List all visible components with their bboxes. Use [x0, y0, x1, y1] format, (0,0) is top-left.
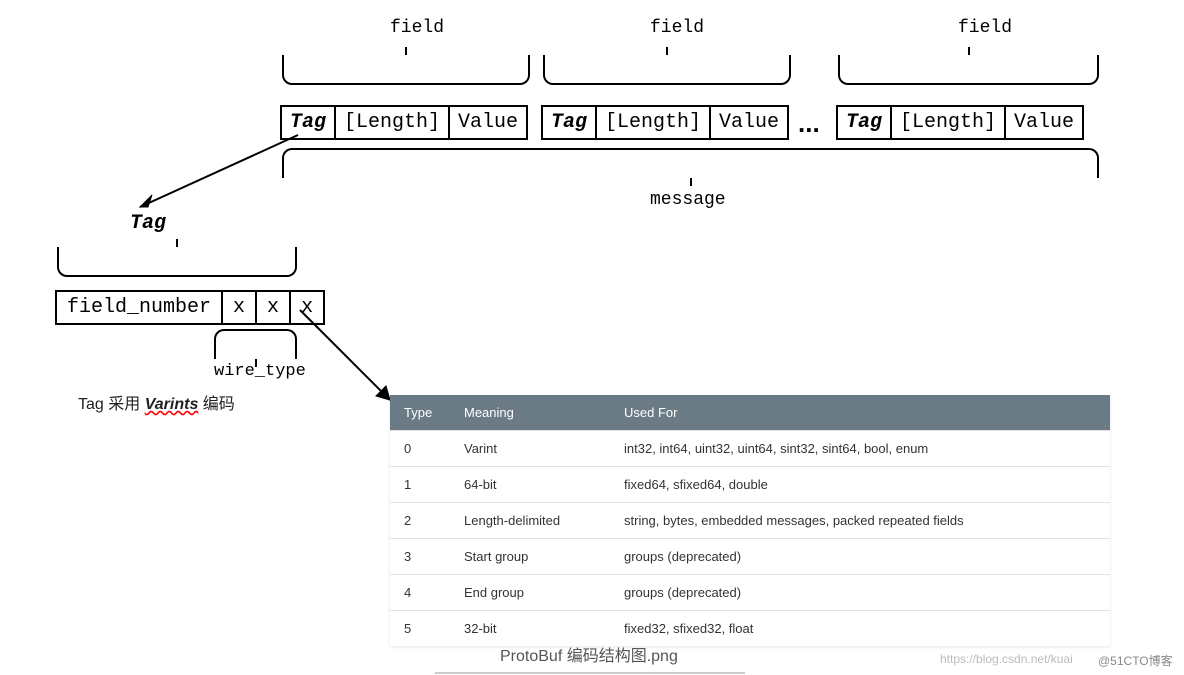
tlv-group-3: Tag [Length] Value	[836, 105, 1084, 140]
tlv-tag: Tag	[838, 107, 892, 138]
table-row: 3 Start group groups (deprecated)	[390, 539, 1110, 575]
tlv-tag: Tag	[543, 107, 597, 138]
bit-x-1: x	[223, 292, 257, 323]
tag-decomposition: field_number x x x	[55, 290, 325, 325]
tlv-length: [Length]	[336, 107, 450, 138]
image-caption: ProtoBuf 编码结构图.png	[500, 642, 678, 666]
td-type: 4	[390, 575, 450, 611]
td-used: fixed32, sfixed32, float	[610, 611, 1110, 647]
td-type: 2	[390, 503, 450, 539]
tlv-group-2: Tag [Length] Value	[541, 105, 789, 140]
table-row: 1 64-bit fixed64, sfixed64, double	[390, 467, 1110, 503]
td-used: string, bytes, embedded messages, packed…	[610, 503, 1110, 539]
note-suffix: 编码	[198, 396, 234, 413]
td-used: int32, int64, uint32, uint64, sint32, si…	[610, 431, 1110, 467]
table-row: 2 Length-delimited string, bytes, embedd…	[390, 503, 1110, 539]
th-used-for: Used For	[610, 395, 1110, 431]
td-type: 1	[390, 467, 450, 503]
table-row: 5 32-bit fixed32, sfixed32, float	[390, 611, 1110, 647]
caption-separator	[435, 672, 745, 674]
message-label: message	[650, 190, 726, 210]
th-meaning: Meaning	[450, 395, 610, 431]
bit-x-2: x	[257, 292, 291, 323]
tlv-value: Value	[450, 107, 526, 138]
td-type: 3	[390, 539, 450, 575]
table-header-row: Type Meaning Used For	[390, 395, 1110, 431]
field-label-1: field	[390, 18, 444, 38]
td-used: groups (deprecated)	[610, 575, 1110, 611]
encoding-note: Tag 采用 Varints 编码	[78, 390, 235, 414]
field-label-3: field	[958, 18, 1012, 38]
tlv-group-1: Tag [Length] Value	[280, 105, 528, 140]
brace-field-2	[543, 55, 791, 85]
brace-wiretype	[214, 329, 297, 359]
brace-field-1	[282, 55, 530, 85]
tag-heading: Tag	[130, 212, 166, 235]
td-meaning: 64-bit	[450, 467, 610, 503]
field-number-cell: field_number	[57, 292, 223, 323]
td-used: fixed64, sfixed64, double	[610, 467, 1110, 503]
brace-message	[282, 148, 1099, 178]
arrow-tag-to-tagbox	[120, 125, 300, 215]
tlv-value: Value	[1006, 107, 1082, 138]
tlv-length: [Length]	[892, 107, 1006, 138]
th-type: Type	[390, 395, 450, 431]
wire-type-table: Type Meaning Used For 0 Varint int32, in…	[390, 395, 1110, 646]
watermark-51cto: @51CTO博客	[1098, 652, 1173, 669]
field-label-2: field	[650, 18, 704, 38]
td-used: groups (deprecated)	[610, 539, 1110, 575]
note-prefix: Tag 采用	[78, 396, 145, 413]
ellipsis: ...	[798, 108, 820, 139]
td-type: 0	[390, 431, 450, 467]
tlv-value: Value	[711, 107, 787, 138]
watermark-csdn: https://blog.csdn.net/kuai	[940, 652, 1073, 666]
note-varints: Varints	[145, 396, 199, 413]
brace-field-3	[838, 55, 1099, 85]
tlv-length: [Length]	[597, 107, 711, 138]
table-row: 0 Varint int32, int64, uint32, uint64, s…	[390, 431, 1110, 467]
td-meaning: Start group	[450, 539, 610, 575]
brace-tagbox	[57, 247, 297, 277]
table-row: 4 End group groups (deprecated)	[390, 575, 1110, 611]
td-meaning: Varint	[450, 431, 610, 467]
td-type: 5	[390, 611, 450, 647]
td-meaning: Length-delimited	[450, 503, 610, 539]
td-meaning: 32-bit	[450, 611, 610, 647]
td-meaning: End group	[450, 575, 610, 611]
